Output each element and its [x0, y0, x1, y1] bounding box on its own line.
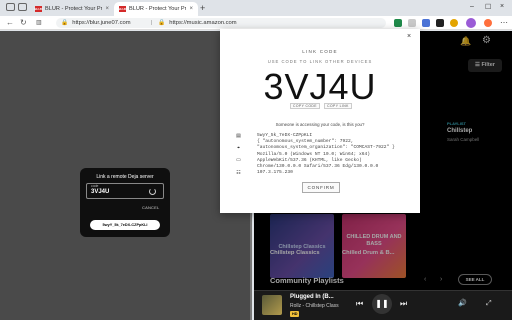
loading-spinner-icon — [149, 188, 156, 195]
favorites-icon[interactable] — [450, 19, 458, 27]
extension-icon[interactable] — [436, 19, 444, 27]
link-code: 3VJ4U — [263, 66, 377, 107]
extension-icon[interactable] — [422, 19, 430, 27]
lock-icon: 🔒 — [158, 20, 166, 26]
browser-tab-strip: BLUR BLUR - Protect Your Privacy Acro × … — [0, 0, 512, 16]
album-art[interactable] — [262, 295, 282, 315]
hd-badge: HD — [290, 311, 300, 317]
cancel-button[interactable]: CANCEL — [142, 205, 159, 210]
code-field[interactable]: code 3VJ4U — [86, 183, 164, 199]
device-id-pill[interactable]: 5wyY_5k_7eDX-CZPpKLI — [90, 220, 160, 230]
workspaces-icon[interactable] — [6, 3, 15, 11]
user-agent: Mozilla/5.0 (Windows NT 10.0; Win64; x64… — [257, 151, 379, 170]
link-remote-server-card: Link a remote Deja server code 3VJ4U CAN… — [80, 168, 170, 237]
tab-title: BLUR - Protect Your Privacy Acro — [129, 6, 187, 12]
pause-button[interactable]: ❚❚ — [372, 294, 392, 314]
more-menu-icon[interactable]: ⋯ — [500, 18, 508, 28]
copy-code-button[interactable]: COPY CODE — [290, 103, 320, 109]
divider: | — [150, 20, 153, 26]
back-icon[interactable]: ← — [6, 18, 14, 28]
left-split-pane: Link a remote Deja server code 3VJ4U CAN… — [0, 31, 252, 320]
extension-icon[interactable] — [408, 19, 416, 27]
expand-icon[interactable]: ⤢ — [486, 299, 492, 309]
code-field-value: 3VJ4U — [91, 189, 110, 195]
url-right: https://music.amazon.com — [169, 20, 237, 26]
id-card-icon: ▤ — [236, 133, 241, 139]
confirm-button[interactable]: CONFIRM — [302, 182, 340, 193]
modal-title: LINK CODE — [302, 49, 338, 54]
split-screen-icon[interactable]: ▥ — [36, 18, 42, 28]
refresh-icon[interactable]: ↻ — [20, 18, 27, 28]
track-subtitle[interactable]: Rollz - Chillstep Class — [290, 303, 339, 309]
tab-actions-icon[interactable] — [18, 3, 27, 11]
access-warning: Someone is accessing your code, is this … — [275, 122, 365, 127]
copilot-icon[interactable] — [484, 19, 492, 27]
code-field-label: code — [91, 184, 99, 188]
extension-icon[interactable] — [394, 19, 402, 27]
browser-tab-2[interactable]: BLUR BLUR - Protect Your Privacy Acro × — [114, 2, 198, 16]
speaker-icon[interactable]: 🔊 — [458, 299, 467, 309]
link-card-title: Link a remote Deja server — [96, 174, 154, 180]
previous-icon[interactable]: ⏮ — [356, 299, 363, 309]
maximize-icon[interactable]: ☐ — [485, 3, 491, 11]
url-left: https://blur.june07.com — [72, 20, 131, 26]
browser-toolbar: ← ↻ ▥ 🔒 https://blur.june07.com | 🔒 http… — [0, 16, 512, 30]
profile-avatar[interactable] — [466, 18, 476, 28]
close-tab-icon[interactable]: × — [189, 6, 193, 12]
network-info: { "autonomous_system_number": 7922, "aut… — [257, 139, 395, 151]
modal-subtitle: USE CODE TO LINK OTHER DEVICES — [267, 59, 373, 64]
track-title[interactable]: Plugged In (B... — [290, 294, 334, 300]
minimize-icon[interactable]: – — [470, 3, 474, 10]
ip-address: 107.3.175.230 — [257, 170, 293, 176]
blur-favicon-icon: BLUR — [34, 6, 43, 12]
close-icon[interactable]: × — [407, 33, 411, 40]
devices-icon: ▭ — [236, 157, 241, 163]
tab-title: BLUR - Protect Your Privacy Acro — [45, 6, 103, 12]
location-pin-icon: ⌖ — [237, 145, 240, 151]
new-tab-icon[interactable]: + — [200, 3, 205, 13]
blur-favicon-icon: BLUR — [118, 6, 127, 12]
next-icon[interactable]: ⏭ — [400, 299, 407, 309]
browser-tab-1[interactable]: BLUR BLUR - Protect Your Privacy Acro × — [30, 2, 114, 16]
copy-link-button[interactable]: COPY LINK — [324, 103, 352, 109]
document-icon: ☷ — [236, 170, 241, 176]
link-code-modal: × LINK CODE USE CODE TO LINK OTHER DEVIC… — [220, 29, 420, 213]
close-tab-icon[interactable]: × — [105, 6, 109, 12]
address-bar[interactable]: 🔒 https://blur.june07.com | 🔒 https://mu… — [56, 18, 386, 28]
lock-icon: 🔒 — [61, 20, 69, 26]
player-bar: Plugged In (B... Rollz - Chillstep Class… — [254, 290, 512, 320]
access-details: 5wyY_5k_7eDX-CZPpKLI { "autonomous_syste… — [257, 133, 407, 176]
close-window-icon[interactable]: × — [500, 3, 504, 10]
